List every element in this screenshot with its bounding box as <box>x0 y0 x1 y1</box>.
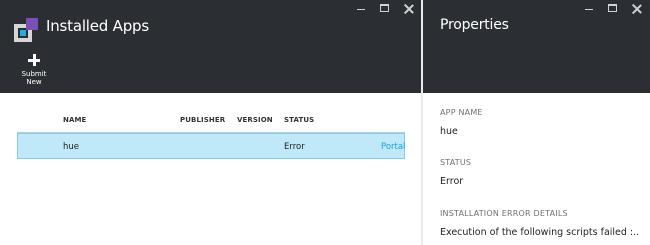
maximize-icon[interactable] <box>379 3 391 15</box>
column-header-publisher[interactable]: PUBLISHER <box>180 116 225 124</box>
close-icon[interactable] <box>631 3 643 15</box>
status-value: Error <box>440 176 464 187</box>
column-header-version[interactable]: VERSION <box>237 116 273 124</box>
installation-error-details-label: INSTALLATION ERROR DETAILS <box>440 209 568 218</box>
properties-blade: Properties APP NAME hue STATUS Error INS… <box>423 0 650 245</box>
minimize-icon[interactable] <box>355 3 367 15</box>
installed-apps-header: Installed Apps Submit New <box>0 0 421 93</box>
app-name-value: hue <box>440 126 458 137</box>
row-name: hue <box>63 142 80 152</box>
properties-title: Properties <box>440 17 509 33</box>
table-row[interactable]: hue Error Portal <box>17 133 405 159</box>
maximize-icon[interactable] <box>607 3 619 15</box>
minimize-icon[interactable] <box>583 3 595 15</box>
portal-link[interactable]: Portal <box>381 142 405 152</box>
properties-header: Properties <box>423 0 650 93</box>
column-header-status[interactable]: STATUS <box>284 116 314 124</box>
installation-error-details-value: Execution of the following scripts faile… <box>440 227 640 238</box>
blade-title: Installed Apps <box>46 17 149 35</box>
app-name-label: APP NAME <box>440 108 483 117</box>
submit-new-button[interactable]: Submit New <box>19 54 49 86</box>
column-header-name[interactable]: NAME <box>63 116 86 124</box>
submit-new-label: Submit New <box>21 70 47 86</box>
plus-icon <box>28 54 40 66</box>
close-icon[interactable] <box>403 3 415 15</box>
row-status: Error <box>284 142 305 152</box>
app-logo-icon <box>14 18 38 42</box>
installed-apps-blade: Installed Apps Submit New NAME PUBLISHER… <box>0 0 421 245</box>
status-label: STATUS <box>440 158 472 167</box>
